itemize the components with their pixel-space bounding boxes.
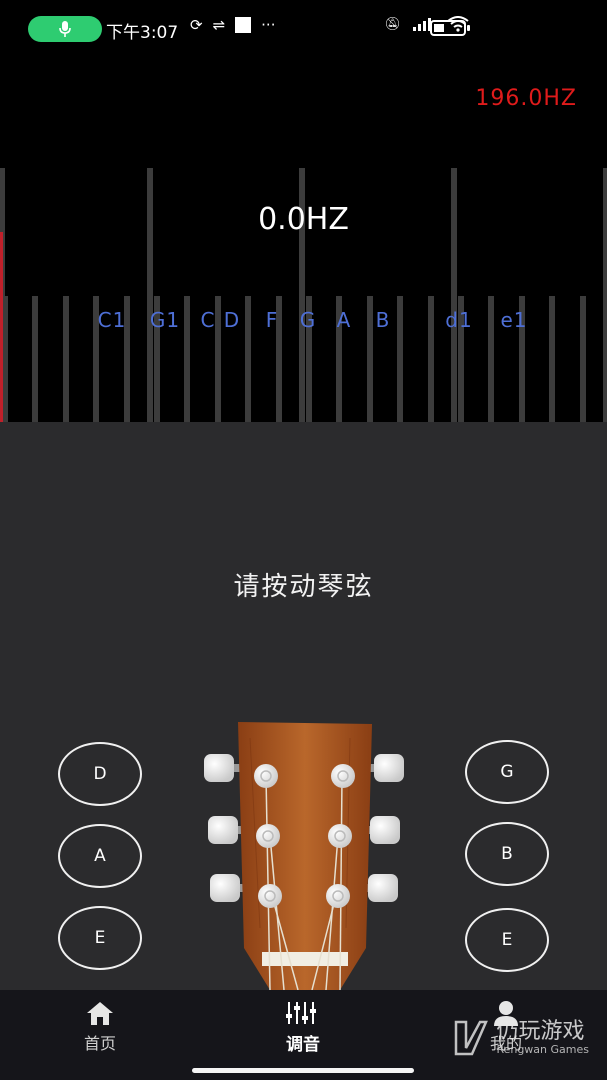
note-label: G — [299, 308, 317, 332]
mute-icon: 🔕︎ — [384, 16, 401, 32]
watermark-text: 仍玩游戏 Rengwan Games — [496, 1018, 589, 1056]
note-label: C1 — [97, 308, 127, 332]
microphone-icon — [59, 21, 71, 37]
watermark: 仍玩游戏 Rengwan Games — [450, 1018, 589, 1058]
note-label: D — [223, 308, 241, 332]
nav-tuner[interactable]: 调音 — [243, 1000, 363, 1055]
pluck-string-prompt: 请按动琴弦 — [233, 572, 374, 602]
note-labels: C1 G1 C D F G A B d1 e1 — [0, 308, 607, 338]
nav-tuner-label: 调音 — [286, 1035, 320, 1055]
mic-indicator[interactable] — [28, 16, 102, 42]
sliders-icon — [286, 1002, 316, 1024]
note-label: d1 — [445, 308, 473, 332]
string-button-low-e[interactable]: E — [58, 906, 142, 970]
string-button-g[interactable]: G — [465, 740, 549, 804]
home-indicator[interactable] — [192, 1068, 414, 1073]
note-label: G1 — [149, 308, 181, 332]
square-icon — [235, 17, 252, 33]
tuner-display: 196.0HZ 0.0HZ C1 G1 C D F G A B d1 e1 — [0, 56, 607, 422]
status-time: 下午3:07 — [106, 23, 179, 43]
sync-icon: ⟳ — [190, 16, 203, 34]
home-icon — [87, 1002, 113, 1025]
watermark-title: 仍玩游戏 — [496, 1018, 585, 1044]
target-frequency: 196.0HZ — [475, 86, 577, 111]
string-button-high-e[interactable]: E — [465, 908, 549, 972]
note-label: A — [336, 308, 352, 332]
nav-home-label: 首页 — [83, 1034, 116, 1053]
string-button-d[interactable]: D — [58, 742, 142, 806]
battery-icon — [430, 20, 470, 36]
usb-icon: ⇌ — [212, 16, 226, 34]
guitar-headstock-image — [200, 718, 410, 991]
status-bar: 下午3:07 ⟳ ⇌ ··· 🔕︎ — [0, 0, 607, 56]
string-button-a[interactable]: A — [58, 824, 142, 888]
string-button-b[interactable]: B — [465, 822, 549, 886]
status-notification-icons: ⟳ ⇌ ··· — [190, 16, 275, 34]
note-label: C — [200, 308, 216, 332]
note-label: B — [375, 308, 391, 332]
more-dots: ··· — [261, 16, 276, 34]
battery-level — [434, 24, 444, 32]
note-label: F — [265, 308, 279, 332]
nav-home[interactable]: 首页 — [40, 1000, 160, 1054]
watermark-subtitle: Rengwan Games — [496, 1042, 589, 1056]
current-frequency: 0.0HZ — [258, 202, 349, 237]
watermark-logo-icon — [455, 1020, 489, 1056]
note-label: e1 — [500, 308, 528, 332]
